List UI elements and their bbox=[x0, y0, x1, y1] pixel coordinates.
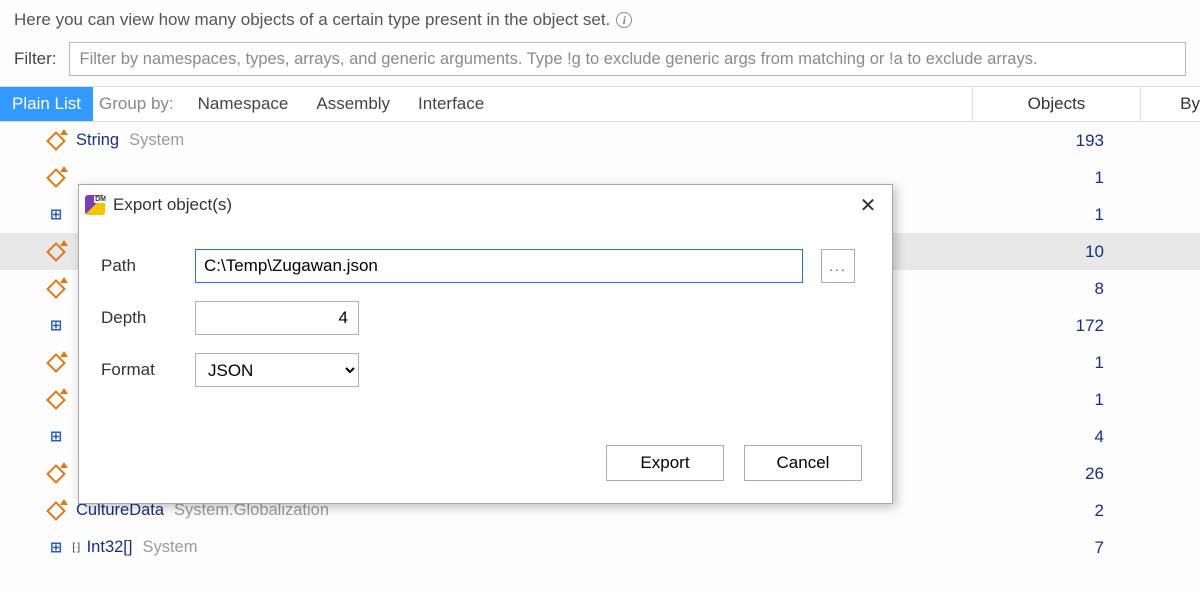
objects-count: 2 bbox=[972, 501, 1140, 521]
close-icon[interactable]: ✕ bbox=[854, 191, 882, 219]
objects-count: 172 bbox=[972, 316, 1140, 336]
objects-count: 4 bbox=[972, 427, 1140, 447]
objects-count: 1 bbox=[972, 353, 1140, 373]
browse-button[interactable]: ... bbox=[821, 249, 855, 283]
class-icon bbox=[46, 464, 66, 484]
groupby-assembly[interactable]: Assembly bbox=[302, 94, 404, 114]
array-marker-icon: ⁅⁆ bbox=[72, 541, 81, 554]
struct-icon bbox=[46, 205, 66, 225]
class-icon bbox=[46, 279, 66, 299]
export-button[interactable]: Export bbox=[606, 445, 724, 481]
objects-count: 26 bbox=[972, 464, 1140, 484]
class-icon bbox=[46, 131, 66, 151]
groupby-namespace[interactable]: Namespace bbox=[184, 94, 303, 114]
info-icon[interactable]: i bbox=[616, 12, 632, 28]
class-icon bbox=[46, 353, 66, 373]
dialog-title-text: Export object(s) bbox=[113, 195, 232, 215]
row-main: String System bbox=[0, 131, 972, 151]
objects-count: 193 bbox=[972, 131, 1140, 151]
depth-label: Depth bbox=[101, 308, 177, 328]
path-input[interactable] bbox=[195, 249, 803, 283]
toolbar-left: Plain List Group by: Namespace Assembly … bbox=[0, 87, 972, 121]
objects-count: 1 bbox=[972, 205, 1140, 225]
table-toolbar: Plain List Group by: Namespace Assembly … bbox=[0, 86, 1200, 122]
type-name: Int32[] bbox=[87, 538, 133, 557]
app-icon bbox=[85, 195, 105, 215]
table-row[interactable]: String System 193 bbox=[0, 122, 1200, 159]
objects-count: 7 bbox=[972, 538, 1140, 558]
struct-icon bbox=[46, 427, 66, 447]
filter-row: Filter: bbox=[0, 34, 1200, 86]
row-depth: Depth bbox=[101, 301, 870, 335]
depth-input[interactable] bbox=[195, 301, 359, 335]
filter-label: Filter: bbox=[14, 49, 57, 69]
objects-count: 8 bbox=[972, 279, 1140, 299]
namespace-name: System bbox=[129, 131, 184, 150]
filter-input[interactable] bbox=[69, 42, 1187, 76]
column-header-bytes[interactable]: By bbox=[1140, 87, 1200, 121]
dialog-button-row: Export Cancel bbox=[79, 445, 892, 503]
dialog-titlebar: Export object(s) ✕ bbox=[79, 185, 892, 225]
format-label: Format bbox=[101, 360, 177, 380]
groupby-label: Group by: bbox=[93, 94, 184, 114]
class-icon bbox=[46, 242, 66, 262]
row-format: Format JSON bbox=[101, 353, 870, 387]
description-text: Here you can view how many objects of a … bbox=[0, 0, 1200, 34]
export-dialog: Export object(s) ✕ Path ... Depth Format… bbox=[78, 184, 893, 504]
objects-count: 1 bbox=[972, 168, 1140, 188]
class-icon bbox=[46, 168, 66, 188]
class-icon bbox=[46, 501, 66, 521]
format-select[interactable]: JSON bbox=[195, 353, 359, 387]
groupby-interface[interactable]: Interface bbox=[404, 94, 498, 114]
cancel-button[interactable]: Cancel bbox=[744, 445, 862, 481]
row-path: Path ... bbox=[101, 249, 870, 283]
row-main: ⁅⁆ Int32[] System bbox=[0, 538, 972, 558]
description-content: Here you can view how many objects of a … bbox=[14, 10, 610, 30]
dialog-body: Path ... Depth Format JSON bbox=[79, 225, 892, 445]
struct-icon bbox=[46, 538, 66, 558]
path-label: Path bbox=[101, 256, 177, 276]
tab-plain-list[interactable]: Plain List bbox=[0, 87, 93, 121]
namespace-name: System bbox=[142, 538, 197, 557]
objects-count: 10 bbox=[972, 242, 1140, 262]
column-header-objects[interactable]: Objects bbox=[972, 87, 1140, 121]
struct-icon bbox=[46, 316, 66, 336]
table-row[interactable]: ⁅⁆ Int32[] System 7 bbox=[0, 529, 1200, 566]
type-name: String bbox=[76, 131, 119, 150]
class-icon bbox=[46, 390, 66, 410]
objects-count: 1 bbox=[972, 390, 1140, 410]
